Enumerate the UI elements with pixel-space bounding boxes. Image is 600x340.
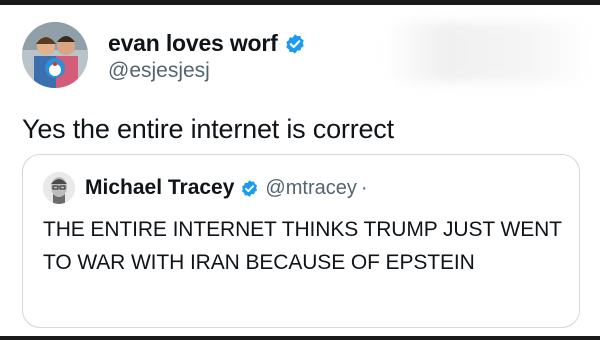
tweet-card[interactable]: evan loves worf @esjesjesj Yes the entir…: [22, 22, 592, 328]
avatar[interactable]: [22, 22, 88, 88]
display-name[interactable]: evan loves worf: [108, 30, 278, 57]
quoted-tweet[interactable]: Michael Tracey @mtracey · THE ENTIRE INT…: [22, 154, 580, 328]
tweet-text: Yes the entire internet is correct: [22, 114, 394, 144]
quoted-handle[interactable]: @mtracey: [265, 177, 356, 200]
quoted-tweet-text: THE ENTIRE INTERNET THINKS TRUMP JUST WE…: [43, 218, 562, 274]
verified-badge-icon: [284, 33, 306, 55]
separator-dot: ·: [360, 176, 368, 199]
quoted-display-name[interactable]: Michael Tracey: [85, 176, 234, 200]
quoted-tweet-header: Michael Tracey @mtracey ·: [43, 172, 368, 204]
handle[interactable]: @esjesjesj: [108, 59, 210, 83]
verified-badge-icon: [240, 179, 259, 198]
bottom-border: [0, 336, 600, 340]
quoted-avatar[interactable]: [43, 172, 75, 204]
tweet-header: evan loves worf @esjesjesj: [22, 22, 592, 92]
redacted-area: [382, 22, 592, 82]
top-border: [0, 0, 600, 5]
